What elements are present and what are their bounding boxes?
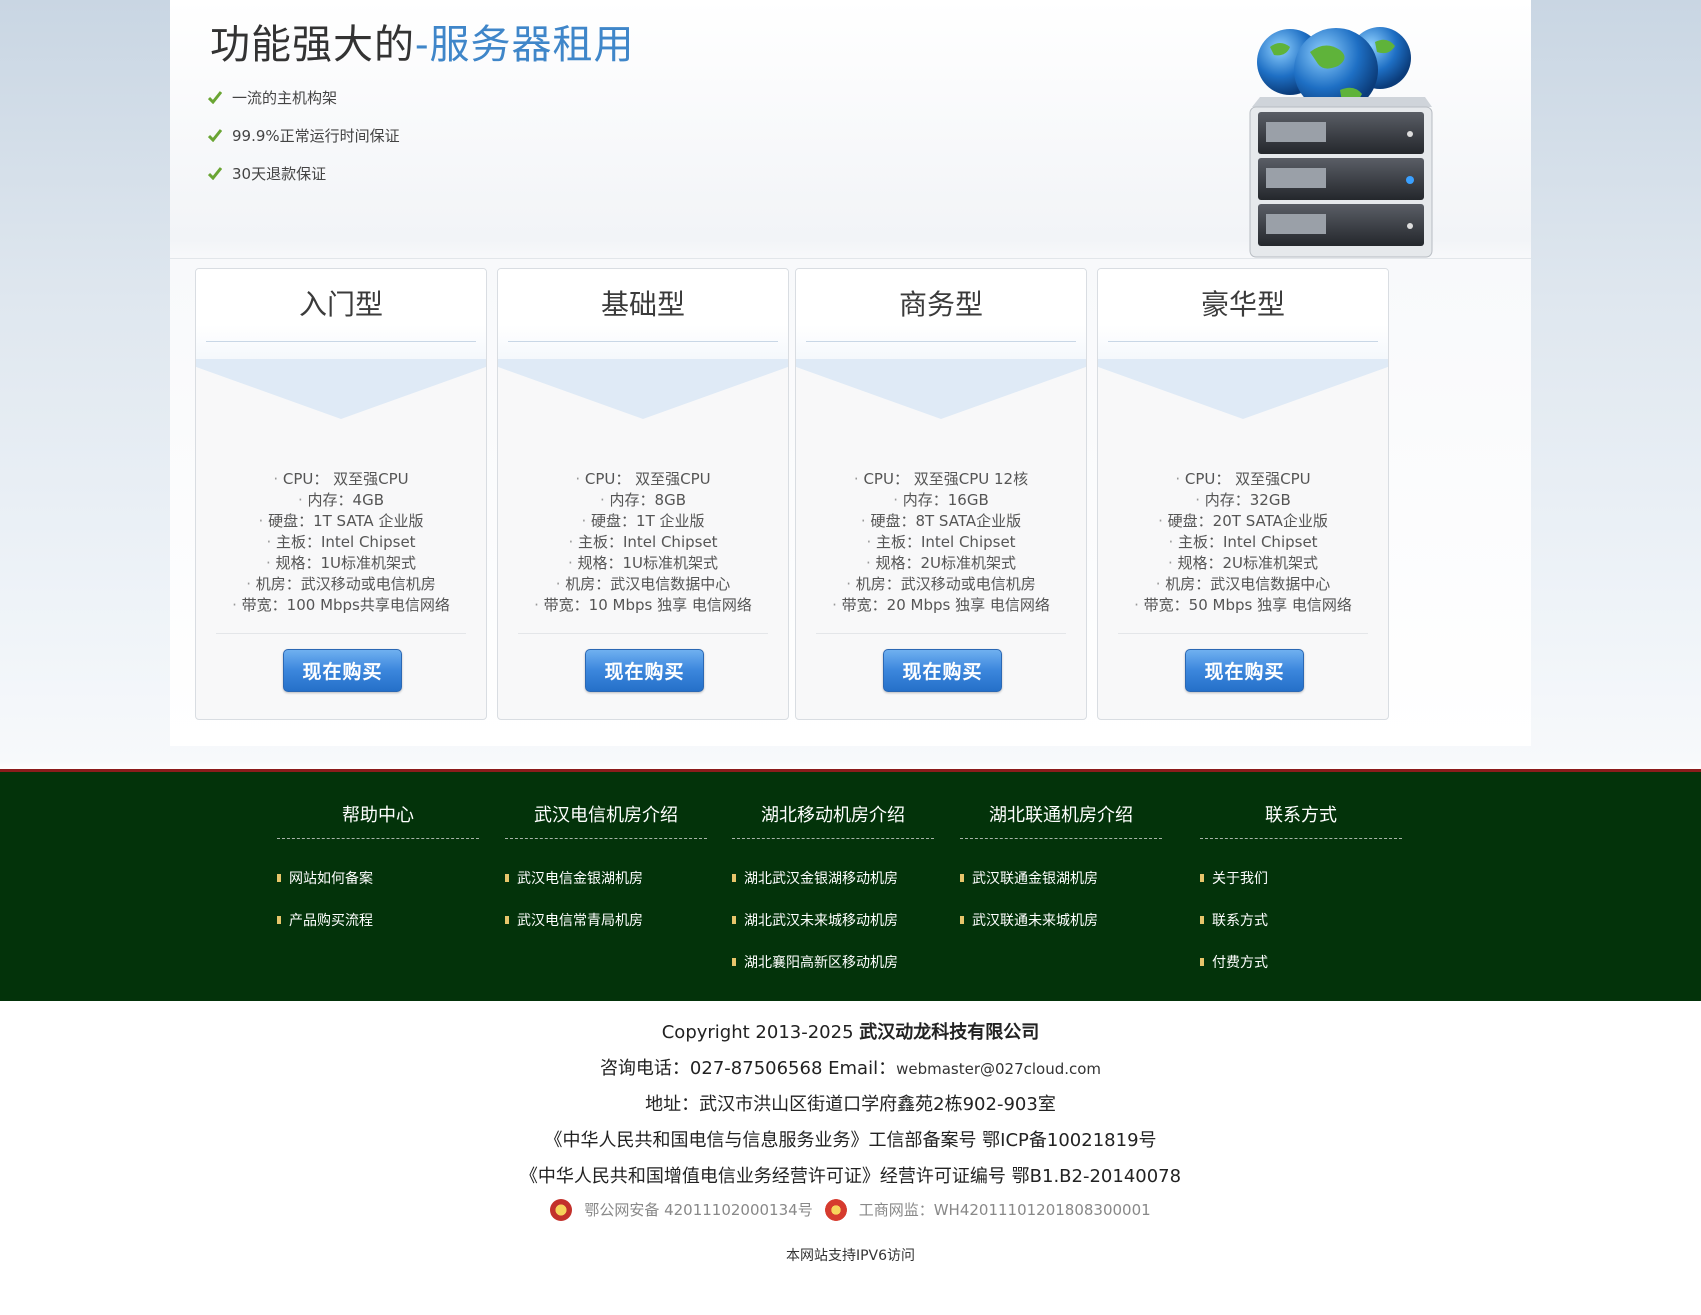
spec-item: 规格：2U标准机架式 xyxy=(1098,553,1388,574)
spec-item: 硬盘：20T SATA企业版 xyxy=(1098,511,1388,532)
footer-link[interactable]: 联系方式 xyxy=(1200,899,1402,941)
company-link[interactable]: 武汉动龙科技有限公司 xyxy=(859,1022,1039,1043)
spec-item: 规格：2U标准机架式 xyxy=(796,553,1086,574)
spec-item: 硬盘：1T 企业版 xyxy=(498,511,788,532)
spec-item: CPU： 双至强CPU xyxy=(498,469,788,490)
hero-title-accent: -服务器租用 xyxy=(415,22,635,68)
spec-item: 主板：Intel Chipset xyxy=(498,532,788,553)
spec-item: CPU： 双至强CPU xyxy=(196,469,486,490)
feature-item: 99.9%正常运行时间保证 xyxy=(208,116,400,154)
hero-divider xyxy=(170,258,1531,259)
buy-now-button[interactable]: 现在购买 xyxy=(883,649,1002,692)
business-supervision-link[interactable]: 工商网监：WH42011101201808300001 xyxy=(859,1195,1151,1225)
plan-name: 商务型 xyxy=(898,288,983,321)
check-icon xyxy=(208,167,222,180)
plan-specs: CPU： 双至强CPU 内存：4GB 硬盘：1T SATA 企业版 主板：Int… xyxy=(196,469,486,616)
footer-column-contact: 联系方式 关于我们 联系方式 付费方式 xyxy=(1200,802,1402,983)
contact-line: 咨询电话：027-87506568 Email：webmaster@027clo… xyxy=(599,1058,1102,1079)
copyright-line: Copyright 2013-2025 武汉动龙科技有限公司 xyxy=(661,1022,1040,1043)
footer-column-help: 帮助中心 网站如何备案 产品购买流程 xyxy=(277,802,479,941)
footer-column-title: 湖北移动机房介绍 xyxy=(761,805,905,826)
ipv6-note: 本网站支持IPV6访问 xyxy=(785,1248,916,1264)
hero-title-main: 功能强大的 xyxy=(210,22,415,68)
footer-column-title: 湖北联通机房介绍 xyxy=(989,805,1133,826)
footer-column-telecom: 武汉电信机房介绍 武汉电信金银湖机房 武汉电信常青局机房 xyxy=(505,802,707,941)
email-link[interactable]: webmaster@027cloud.com xyxy=(896,1060,1101,1078)
card-arrow-decoration xyxy=(796,359,1086,429)
spec-item: 带宽：100 Mbps共享电信网络 xyxy=(196,595,486,616)
spec-item: 机房：武汉电信数据中心 xyxy=(498,574,788,595)
address-line: 地址：武汉市洪山区街道口学府鑫苑2栋902-903室 xyxy=(645,1094,1056,1115)
footer-column-title: 联系方式 xyxy=(1265,805,1337,826)
check-icon xyxy=(208,129,222,142)
footer-link[interactable]: 产品购买流程 xyxy=(277,899,479,941)
check-icon xyxy=(208,91,222,104)
footer-link[interactable]: 武汉电信金银湖机房 xyxy=(505,857,707,899)
feature-item: 30天退款保证 xyxy=(208,154,400,192)
spec-item: 带宽：50 Mbps 独享 电信网络 xyxy=(1098,595,1388,616)
server-globe-icon xyxy=(1249,27,1433,258)
spec-item: 硬盘：8T SATA企业版 xyxy=(796,511,1086,532)
plan-name: 入门型 xyxy=(298,288,383,321)
spec-item: 带宽：10 Mbps 独享 电信网络 xyxy=(498,595,788,616)
plan-name: 豪华型 xyxy=(1200,288,1285,321)
feature-item: 一流的主机构架 xyxy=(208,78,400,116)
plan-card: 豪华型 CPU： 双至强CPU 内存：32GB 硬盘：20T SATA企业版 主… xyxy=(1097,268,1389,720)
spec-item: 内存：8GB xyxy=(498,490,788,511)
spec-item: CPU： 双至强CPU xyxy=(1098,469,1388,490)
plan-specs: CPU： 双至强CPU 内存：8GB 硬盘：1T 企业版 主板：Intel Ch… xyxy=(498,469,788,616)
plan-card: 入门型 CPU： 双至强CPU 内存：4GB 硬盘：1T SATA 企业版 主板… xyxy=(195,268,487,720)
buy-now-button[interactable]: 现在购买 xyxy=(283,649,402,692)
footer-link[interactable]: 湖北武汉未来城移动机房 xyxy=(732,899,934,941)
license-line[interactable]: 《中华人民共和国增值电信业务经营许可证》经营许可证编号 鄂B1.B2-20140… xyxy=(0,1159,1701,1195)
spec-item: 机房：武汉移动或电信机房 xyxy=(196,574,486,595)
plan-specs: CPU： 双至强CPU 内存：32GB 硬盘：20T SATA企业版 主板：In… xyxy=(1098,469,1388,616)
footer-link[interactable]: 关于我们 xyxy=(1200,857,1402,899)
plan-card: 商务型 CPU： 双至强CPU 12核 内存：16GB 硬盘：8T SATA企业… xyxy=(795,268,1087,720)
footer-link[interactable]: 湖北襄阳高新区移动机房 xyxy=(732,941,934,983)
footer-link[interactable]: 网站如何备案 xyxy=(277,857,479,899)
buy-now-button[interactable]: 现在购买 xyxy=(1185,649,1304,692)
footer-link[interactable]: 付费方式 xyxy=(1200,941,1402,983)
card-arrow-decoration xyxy=(1098,359,1388,429)
feature-list: 一流的主机构架 99.9%正常运行时间保证 30天退款保证 xyxy=(208,78,400,192)
police-record-link[interactable]: 鄂公网安备 42011102000134号 xyxy=(584,1195,812,1225)
spec-item: 机房：武汉电信数据中心 xyxy=(1098,574,1388,595)
spec-item: CPU： 双至强CPU 12核 xyxy=(796,469,1086,490)
card-arrow-decoration xyxy=(498,359,788,429)
footer-link[interactable]: 武汉电信常青局机房 xyxy=(505,899,707,941)
spec-item: 内存：16GB xyxy=(796,490,1086,511)
spec-item: 内存：32GB xyxy=(1098,490,1388,511)
police-badge-icon xyxy=(550,1199,573,1221)
spec-item: 带宽：20 Mbps 独享 电信网络 xyxy=(796,595,1086,616)
footer-link[interactable]: 湖北武汉金银湖移动机房 xyxy=(732,857,934,899)
spec-item: 主板：Intel Chipset xyxy=(1098,532,1388,553)
footer-column-mobile: 湖北移动机房介绍 湖北武汉金银湖移动机房 湖北武汉未来城移动机房 湖北襄阳高新区… xyxy=(732,802,934,983)
footer-column-title: 武汉电信机房介绍 xyxy=(534,805,678,826)
footer-info: Copyright 2013-2025 武汉动龙科技有限公司 咨询电话：027-… xyxy=(0,1015,1701,1265)
spec-item: 规格：1U标准机架式 xyxy=(498,553,788,574)
card-arrow-decoration xyxy=(196,359,486,429)
footer-link[interactable]: 武汉联通金银湖机房 xyxy=(960,857,1162,899)
security-badges: 鄂公网安备 42011102000134号 工商网监：WH42011101201… xyxy=(0,1195,1701,1225)
hero-title: 功能强大的-服务器租用 xyxy=(210,12,635,70)
icp-line[interactable]: 《中华人民共和国电信与信息服务业务》工信部备案号 鄂ICP备10021819号 xyxy=(0,1123,1701,1159)
footer-column-unicom: 湖北联通机房介绍 武汉联通金银湖机房 武汉联通未来城机房 xyxy=(960,802,1162,941)
spec-item: 主板：Intel Chipset xyxy=(796,532,1086,553)
footer-link[interactable]: 武汉联通未来城机房 xyxy=(960,899,1162,941)
spec-item: 机房：武汉移动或电信机房 xyxy=(796,574,1086,595)
plan-specs: CPU： 双至强CPU 12核 内存：16GB 硬盘：8T SATA企业版 主板… xyxy=(796,469,1086,616)
plan-card: 基础型 CPU： 双至强CPU 内存：8GB 硬盘：1T 企业版 主板：Inte… xyxy=(497,268,789,720)
spec-item: 主板：Intel Chipset xyxy=(196,532,486,553)
spec-item: 规格：1U标准机架式 xyxy=(196,553,486,574)
buy-now-button[interactable]: 现在购买 xyxy=(585,649,704,692)
spec-item: 内存：4GB xyxy=(196,490,486,511)
footer-column-title: 帮助中心 xyxy=(342,805,414,826)
footer-nav: 帮助中心 网站如何备案 产品购买流程 武汉电信机房介绍 武汉电信金银湖机房 武汉… xyxy=(0,769,1701,1001)
plan-name: 基础型 xyxy=(600,288,685,321)
business-badge-icon xyxy=(824,1199,847,1221)
spec-item: 硬盘：1T SATA 企业版 xyxy=(196,511,486,532)
